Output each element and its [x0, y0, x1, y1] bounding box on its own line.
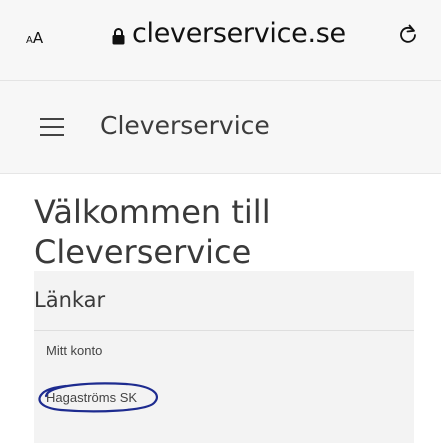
url-field[interactable]: cleverservice.se	[132, 18, 346, 49]
text-size-large-a: A	[32, 29, 44, 47]
welcome-line-1: Välkommen till	[34, 193, 271, 231]
browser-address-bar: AA cleverservice.se	[0, 0, 441, 80]
text-size-small-a: A	[26, 35, 33, 46]
links-widget-divider	[34, 330, 414, 331]
site-title[interactable]: Cleverservice	[100, 111, 270, 140]
text-size-button[interactable]: AA	[26, 28, 43, 47]
links-widget-title: Länkar	[34, 288, 106, 312]
hamburger-menu-icon[interactable]	[40, 118, 64, 136]
annotation-circle	[38, 382, 159, 413]
link-mitt-konto[interactable]: Mitt konto	[46, 343, 102, 358]
welcome-line-2: Cleverservice	[34, 233, 252, 271]
lock-icon	[112, 28, 125, 45]
page-title: Välkommen till Cleverservice	[34, 192, 414, 272]
reload-icon[interactable]	[396, 22, 420, 46]
header-divider	[0, 173, 441, 174]
site-header: Cleverservice	[0, 81, 441, 173]
